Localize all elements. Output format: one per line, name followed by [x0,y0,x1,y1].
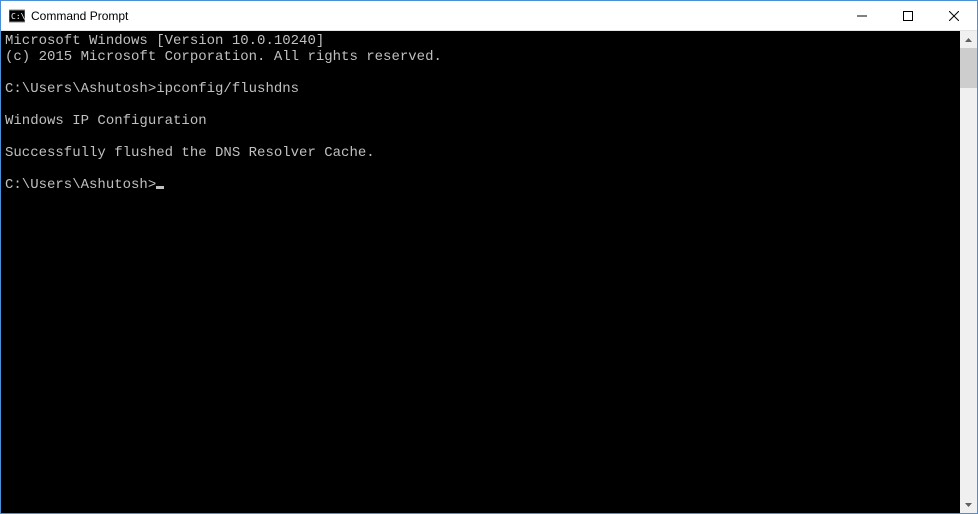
terminal-line: Successfully flushed the DNS Resolver Ca… [5,145,956,161]
maximize-button[interactable] [885,1,931,30]
titlebar[interactable]: C:\ Command Prompt [1,1,977,31]
terminal-line [5,65,956,81]
terminal-prompt: C:\Users\Ashutosh> [5,177,156,193]
close-button[interactable] [931,1,977,30]
vertical-scrollbar[interactable] [960,31,977,513]
terminal-prompt-line: C:\Users\Ashutosh> [5,177,956,193]
terminal-line [5,161,956,177]
window-controls [839,1,977,30]
command-prompt-window: C:\ Command Prompt Micro [0,0,978,514]
terminal-line: Windows IP Configuration [5,113,956,129]
terminal-area[interactable]: Microsoft Windows [Version 10.0.10240](c… [1,31,977,513]
terminal-content[interactable]: Microsoft Windows [Version 10.0.10240](c… [1,31,960,513]
scrollbar-thumb[interactable] [960,48,977,88]
terminal-line: Microsoft Windows [Version 10.0.10240] [5,33,956,49]
terminal-line [5,97,956,113]
scrollbar-down-arrow[interactable] [960,496,977,513]
svg-text:C:\: C:\ [11,12,25,21]
minimize-button[interactable] [839,1,885,30]
scrollbar-up-arrow[interactable] [960,31,977,48]
window-title: Command Prompt [31,9,839,23]
terminal-cursor [156,186,164,189]
cmd-icon: C:\ [9,8,25,24]
terminal-line: (c) 2015 Microsoft Corporation. All righ… [5,49,956,65]
terminal-line [5,129,956,145]
terminal-line: C:\Users\Ashutosh>ipconfig/flushdns [5,81,956,97]
